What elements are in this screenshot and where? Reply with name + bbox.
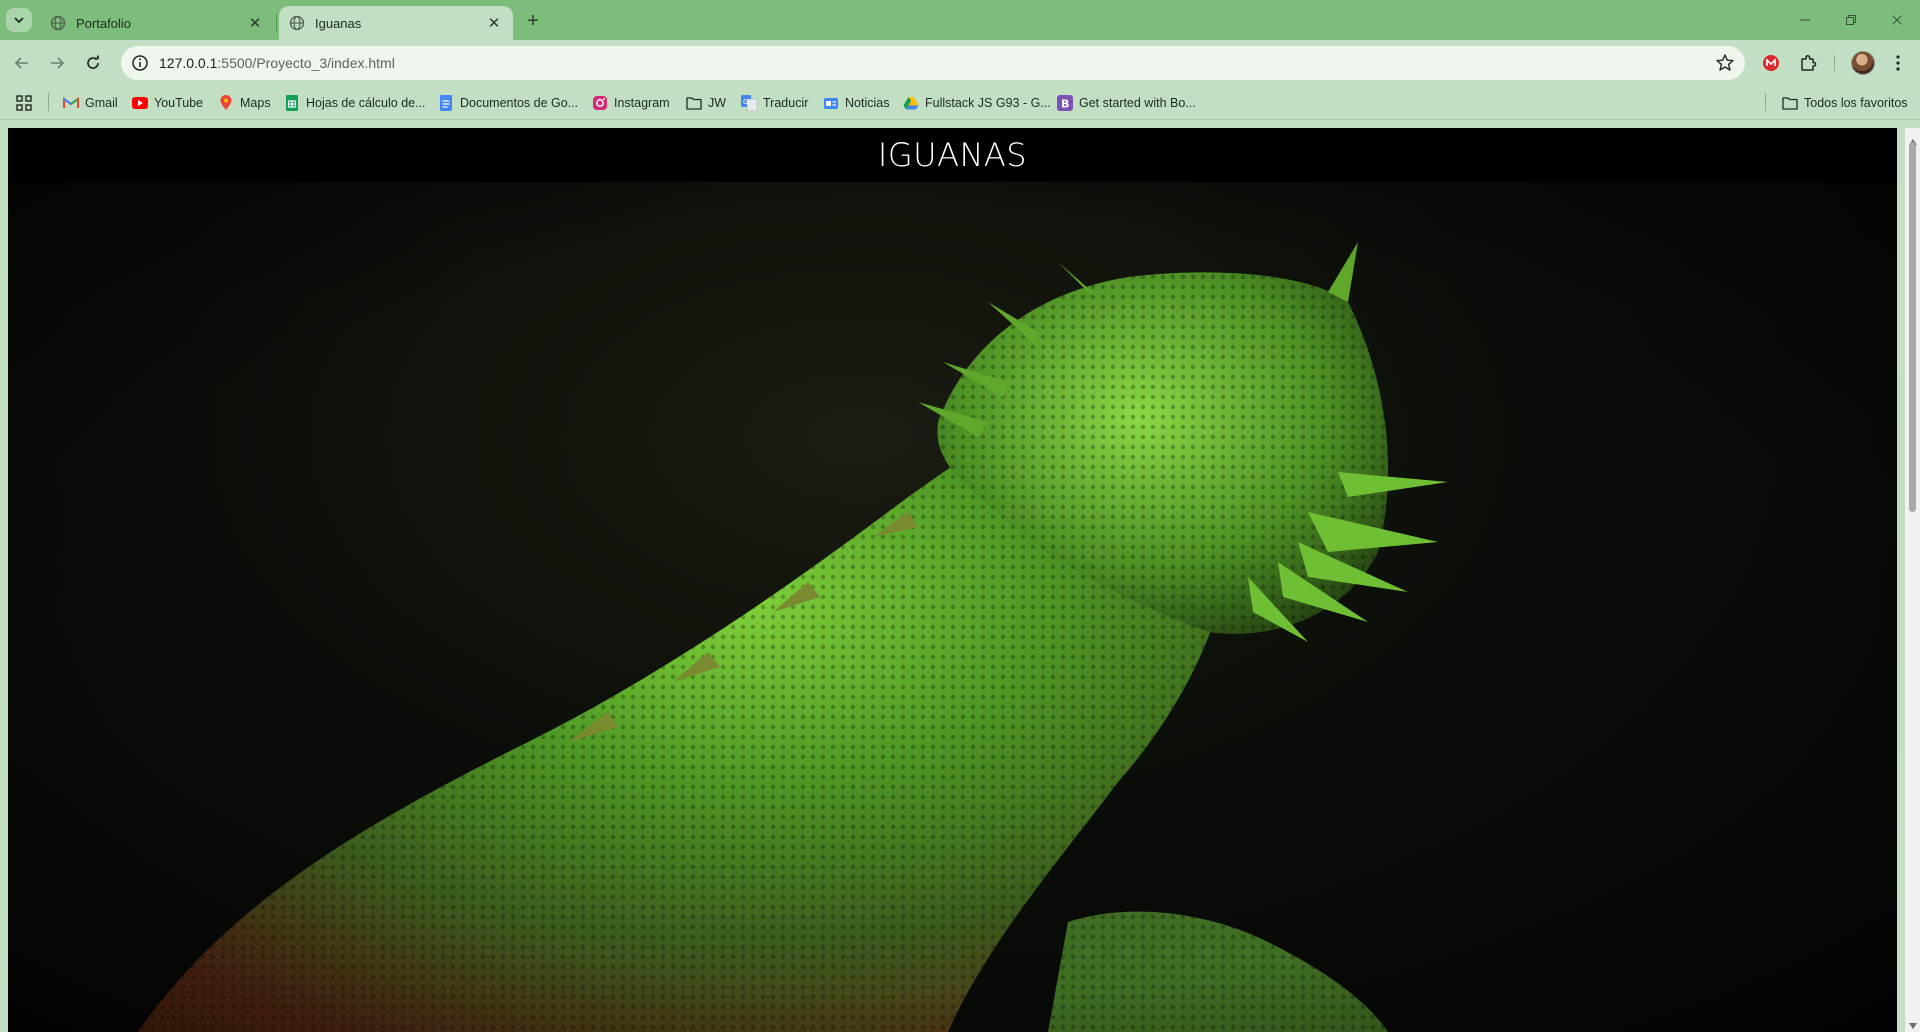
news-icon [823,95,839,111]
translate-icon: G [741,95,757,111]
bookmarks-divider [48,93,49,111]
bookmark-traducir[interactable]: G Traducir [741,92,808,114]
bookmark-label: Gmail [85,96,118,110]
bookmark-label: JW [708,96,727,110]
tab-title: Iguanas [315,15,362,31]
arrow-right-icon [51,57,65,69]
extensions-button[interactable] [1796,51,1820,75]
kebab-menu-icon [1896,55,1900,71]
tab-search-button[interactable] [6,8,32,32]
drive-icon [903,95,919,111]
triangle-down-icon [1908,1023,1917,1029]
bookmark-maps[interactable]: Maps [218,92,271,114]
page-header: IGUANAS [8,128,1897,182]
browser-toolbar: 127.0.0.1:5500/Proyecto_3/index.html [0,40,1920,86]
globe-icon [50,15,66,31]
bookmarks-bar: Gmail YouTube Maps Hojas de cálculo de..… [0,86,1920,120]
page-title: IGUANAS [877,136,1028,174]
bookmark-jw-folder[interactable]: JW [686,92,726,114]
bookmark-label: Traducir [763,96,809,110]
maps-icon [218,95,234,111]
bookmark-noticias[interactable]: Noticias [823,92,889,114]
green-iguana-photo [8,182,1897,1032]
page-scrollbar[interactable] [1905,128,1920,1032]
mega-extension-icon [1763,55,1779,71]
minimize-icon [1800,19,1810,21]
back-button[interactable] [8,49,36,77]
all-bookmarks-folder[interactable]: Todos los favoritos [1782,92,1908,114]
scroll-thumb[interactable] [1909,142,1916,512]
minimize-button[interactable] [1782,0,1828,40]
docs-icon [438,95,454,111]
bookmarks-divider [1765,93,1766,111]
tab-title: Portafolio [76,15,131,31]
close-icon[interactable]: ✕ [485,14,503,32]
instagram-icon [592,95,608,111]
folder-icon [686,95,702,111]
forward-button[interactable] [43,49,71,77]
bookmark-fullstack[interactable]: Fullstack JS G93 - G... [903,92,1051,114]
bookmark-docs[interactable]: Documentos de Go... [438,92,578,114]
extension-m-button[interactable] [1759,51,1783,75]
iguana-illustration [8,182,1897,1032]
restore-button[interactable] [1828,0,1874,40]
arrow-left-icon [14,57,28,69]
profile-avatar[interactable] [1851,51,1875,75]
bookmark-label: Fullstack JS G93 - G... [925,96,1051,110]
close-window-button[interactable] [1874,0,1920,40]
bookmark-label: Hojas de cálculo de... [306,96,426,110]
page-viewport: IGUANAS [8,128,1897,1032]
gmail-icon [63,95,79,111]
bookmark-youtube[interactable]: YouTube [132,92,203,114]
close-icon [1892,15,1902,25]
tab-portafolio[interactable]: Portafolio ✕ [40,6,274,40]
apps-grid-icon [16,95,32,111]
site-info-icon[interactable] [131,54,149,72]
address-bar[interactable]: 127.0.0.1:5500/Proyecto_3/index.html [121,46,1745,80]
plus-icon: + [527,9,539,32]
globe-icon [289,15,305,31]
chevron-down-icon [14,17,24,24]
youtube-icon [132,95,148,111]
url-host: 127.0.0.1 [159,55,218,71]
toolbar-divider [1834,55,1835,71]
folder-icon [1782,95,1798,111]
menu-button[interactable] [1886,51,1910,75]
tab-strip: Portafolio ✕ Iguanas ✕ + [0,0,1920,40]
sheets-icon [284,95,300,111]
bookmark-label: Instagram [614,96,670,110]
reload-icon [87,55,99,69]
tab-iguanas[interactable]: Iguanas ✕ [279,6,513,40]
scroll-down-arrow[interactable] [1905,1020,1920,1032]
bookmark-bootstrap[interactable]: B Get started with Bo... [1057,92,1196,114]
puzzle-icon [1801,54,1817,71]
bookmark-label: Documentos de Go... [460,96,579,110]
url-text: 127.0.0.1:5500/Proyecto_3/index.html [159,55,395,71]
url-path: :5500/Proyecto_3/index.html [217,55,395,71]
bookmark-label: YouTube [154,96,204,110]
bookmark-gmail[interactable]: Gmail [63,92,118,114]
bookmark-label: Get started with Bo... [1079,96,1196,110]
bookmark-instagram[interactable]: Instagram [592,92,670,114]
bookmark-star-icon[interactable] [1715,53,1735,73]
bootstrap-icon: B [1057,95,1073,111]
bookmark-label: Noticias [845,96,890,110]
bookmark-sheets[interactable]: Hojas de cálculo de... [284,92,426,114]
bookmark-label: Maps [240,96,271,110]
svg-text:B: B [1061,98,1069,111]
reload-button[interactable] [79,49,107,77]
close-icon[interactable]: ✕ [246,14,264,32]
new-tab-button[interactable]: + [520,8,546,34]
bookmark-label: Todos los favoritos [1804,96,1908,110]
apps-button[interactable] [16,92,32,114]
tab-divider [276,14,277,32]
svg-text:G: G [743,98,748,106]
restore-icon [1846,15,1856,25]
